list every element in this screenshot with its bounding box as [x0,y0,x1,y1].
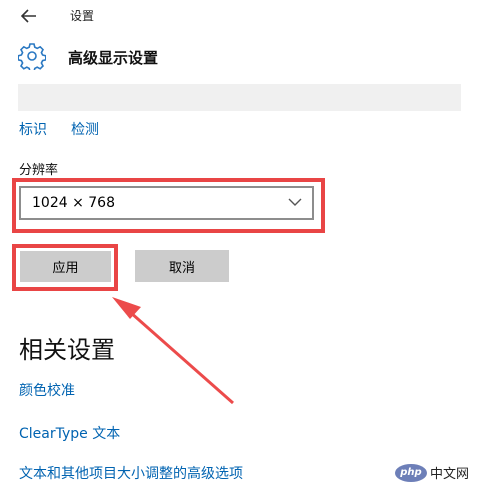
resolution-dropdown[interactable]: 1024 × 768 [19,186,314,220]
arrow-left-icon [21,9,36,23]
color-calibration-link[interactable]: 颜色校准 [19,380,75,400]
gear-icon [18,43,46,70]
advanced-sizing-link[interactable]: 文本和其他项目大小调整的高级选项 [19,463,243,483]
php-logo: php [394,463,427,482]
display-preview [18,84,461,111]
cancel-button[interactable]: 取消 [135,250,229,282]
back-button[interactable] [12,2,46,30]
watermark: php 中文网 [394,463,469,482]
app-title: 设置 [70,9,95,23]
apply-button[interactable]: 应用 [20,251,111,282]
watermark-text: 中文网 [429,467,469,482]
resolution-label: 分辨率 [19,163,59,178]
chevron-down-icon [288,198,302,206]
resolution-value: 1024 × 768 [32,195,115,211]
detect-link[interactable]: 检测 [71,119,99,139]
identify-link[interactable]: 标识 [19,119,47,139]
related-settings-title: 相关设置 [19,336,115,364]
page-title: 高级显示设置 [68,49,159,67]
cleartype-text-link[interactable]: ClearType 文本 [19,423,120,443]
